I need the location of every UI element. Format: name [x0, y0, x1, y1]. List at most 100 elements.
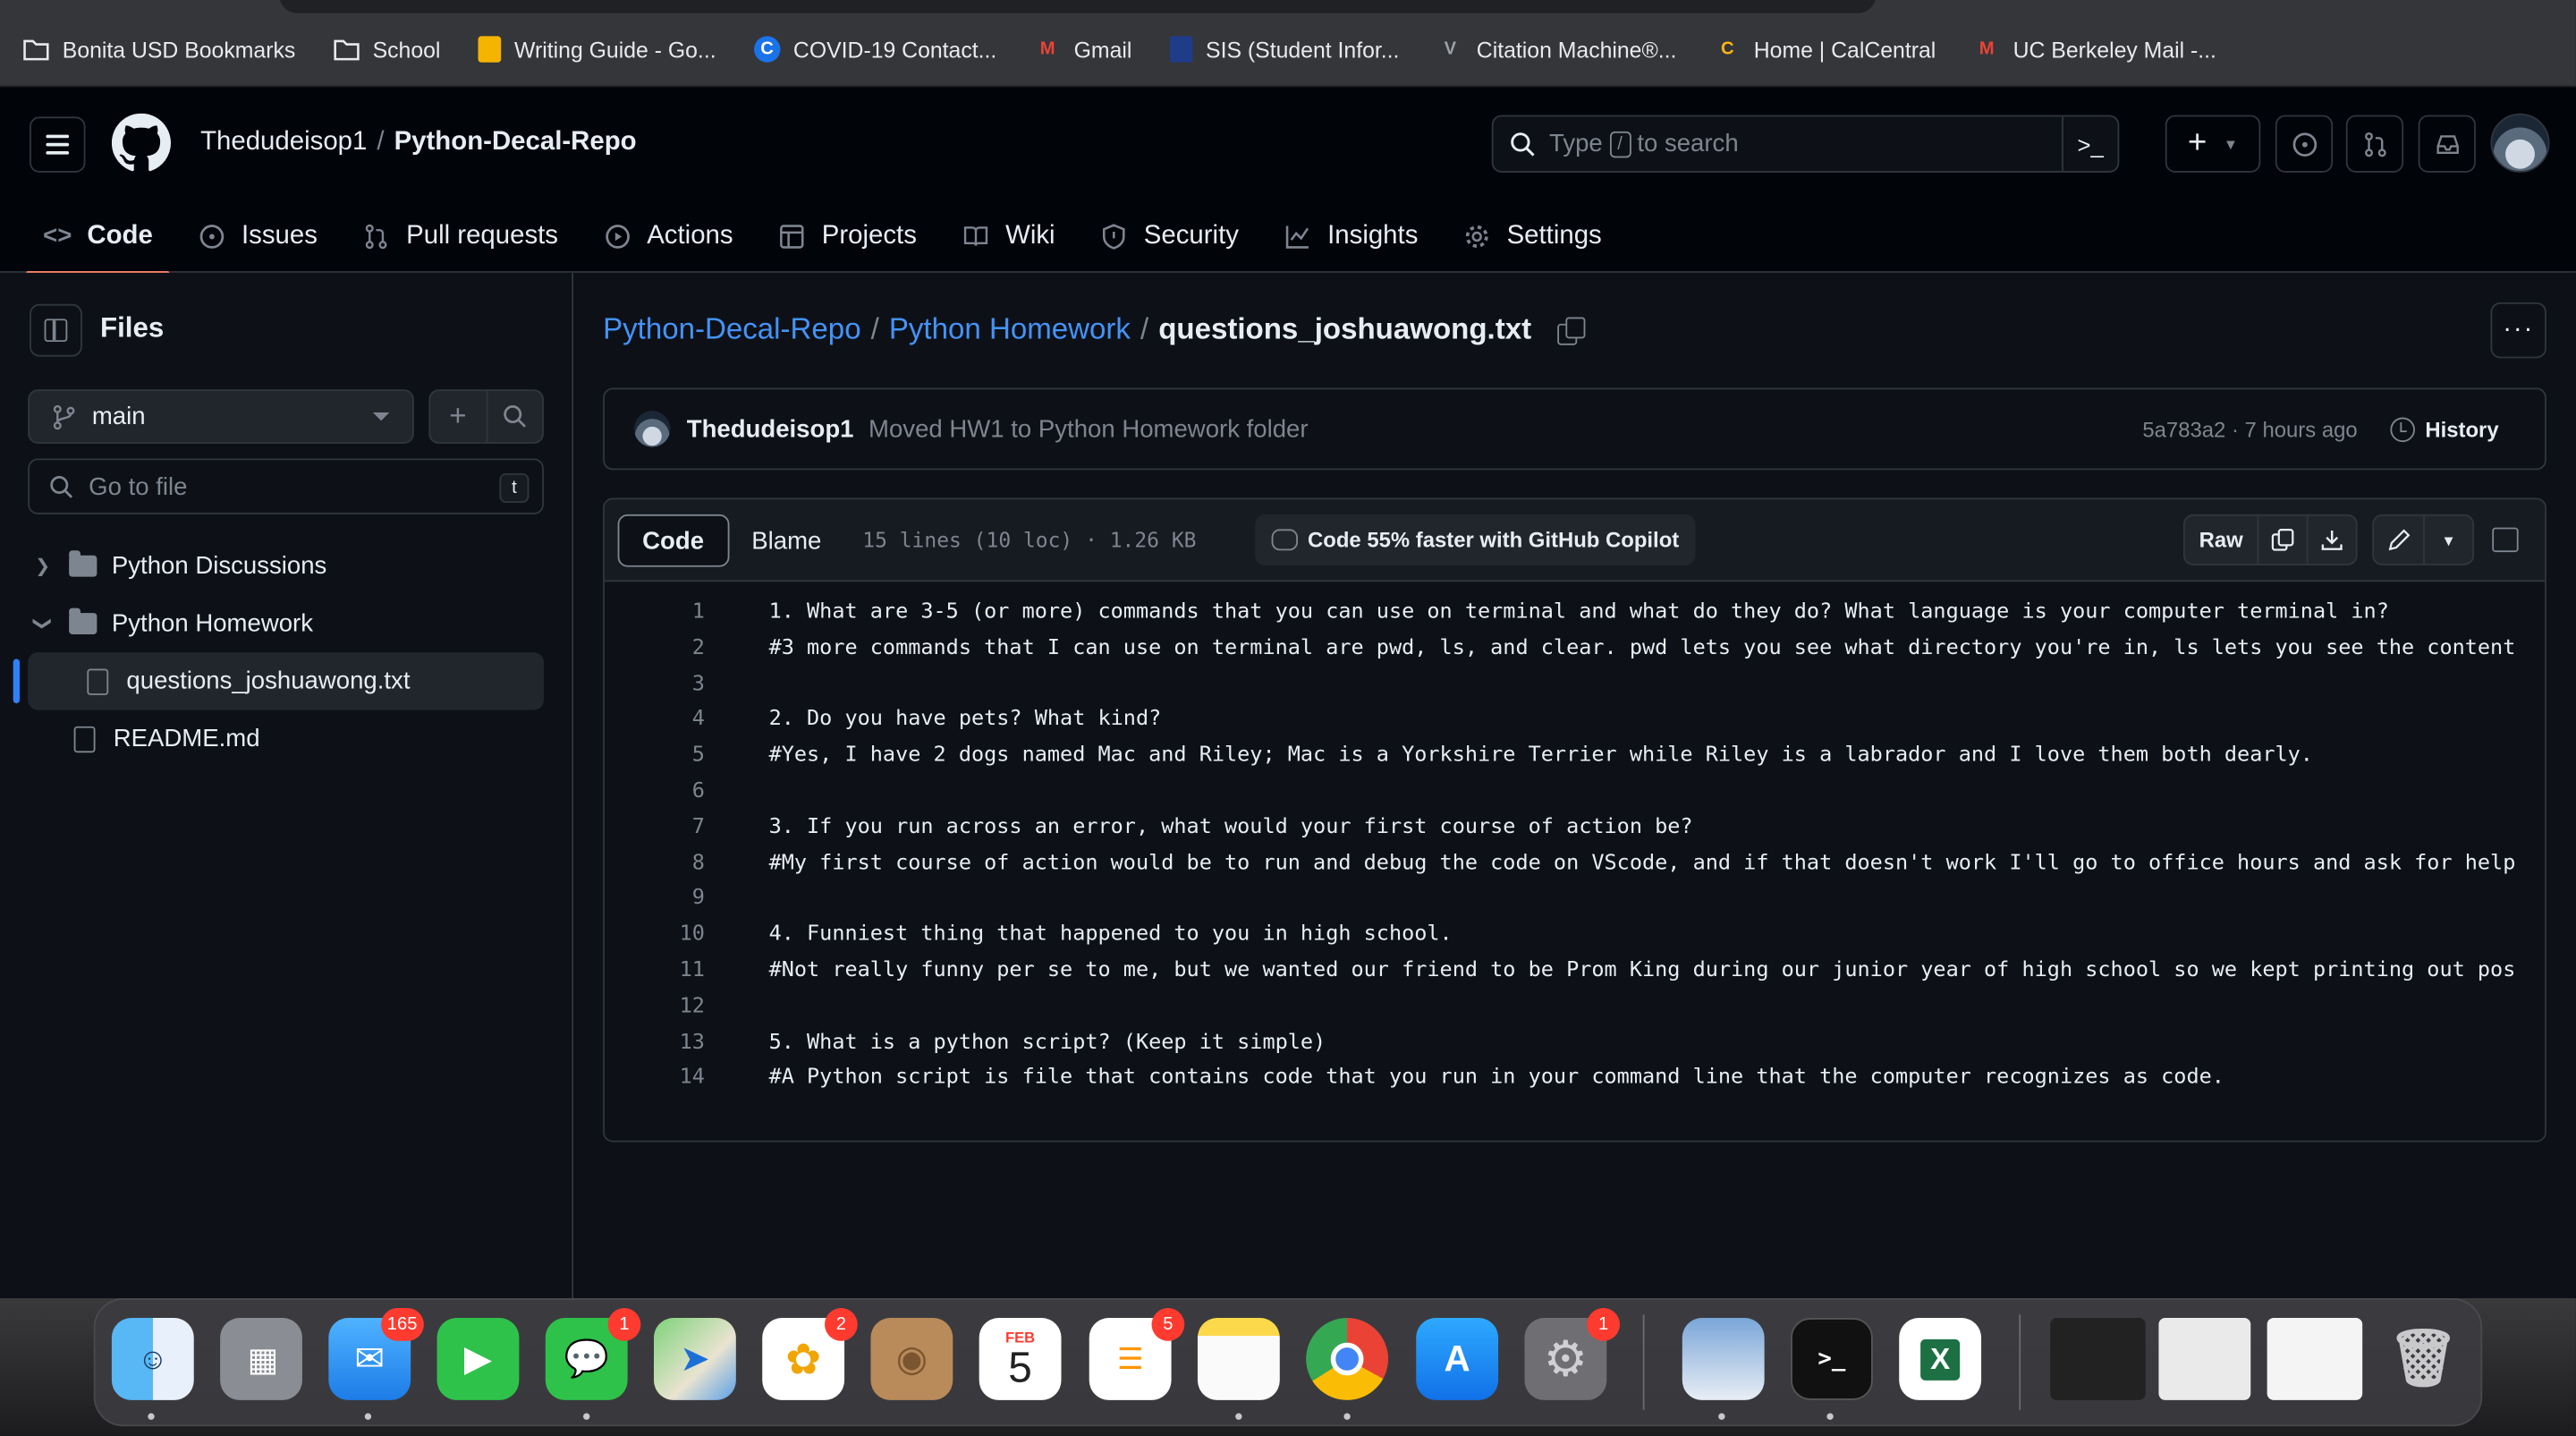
bookmark-calcentral[interactable]: C Home | CalCentral [1715, 36, 1936, 62]
line-number[interactable]: 10 [605, 917, 705, 953]
bookmark-writing-guide[interactable]: Writing Guide - Go... [478, 36, 716, 63]
minimized-window-thumbnail[interactable] [2267, 1318, 2363, 1400]
tree-folder-python-homework[interactable]: ❯ Python Homework [0, 595, 573, 652]
line-number[interactable]: 2 [605, 631, 705, 667]
copy-raw-button[interactable] [2257, 515, 2307, 564]
search-placeholder: Type [1549, 130, 1603, 158]
line-number[interactable]: 11 [605, 953, 705, 989]
tab-wiki[interactable]: Wiki [945, 199, 1072, 273]
add-file-button[interactable]: + [430, 391, 487, 443]
tab-settings[interactable]: Settings [1446, 199, 1619, 273]
code-icon: <> [43, 221, 72, 251]
pull-requests-icon[interactable] [2345, 115, 2404, 173]
raw-button[interactable]: Raw [2185, 516, 2258, 564]
bookmark-berkeley-mail[interactable]: M UC Berkeley Mail -... [1974, 36, 2216, 62]
line-number[interactable]: 14 [605, 1060, 705, 1096]
edit-options-button[interactable]: ▼ [2423, 515, 2472, 564]
launchpad-icon[interactable]: ▦ [220, 1318, 302, 1400]
bookmark-bonita-usd[interactable]: Bonita USD Bookmarks [23, 36, 295, 62]
trash-icon[interactable]: 🗑 [2382, 1318, 2464, 1400]
github-header: Thedudeisop1 / Python-Decal-Repo Type / … [0, 87, 2576, 275]
system-settings-icon[interactable]: ⚙ 1 [1524, 1308, 1620, 1400]
line-number[interactable]: 7 [605, 810, 705, 845]
command-palette-icon[interactable]: >_ [2062, 116, 2117, 172]
repo-name-link[interactable]: Python-Decal-Repo [394, 128, 637, 157]
contacts-icon[interactable]: ◉ [870, 1318, 953, 1400]
tab-code[interactable]: <> Code [26, 199, 170, 275]
facetime-icon[interactable]: ▶ [436, 1318, 520, 1400]
tab-security[interactable]: Security [1083, 199, 1255, 273]
notes-icon[interactable] [1197, 1318, 1280, 1400]
calendar-icon[interactable]: FEB 5 [979, 1318, 1062, 1400]
copilot-promo-button[interactable]: Code 55% faster with GitHub Copilot [1255, 514, 1696, 565]
branch-selector[interactable]: main [28, 389, 414, 444]
line-content [705, 881, 769, 917]
chevron-down-icon: ▼ [2441, 531, 2456, 548]
more-options-button[interactable]: ··· [2490, 302, 2546, 359]
issues-icon[interactable] [2275, 115, 2334, 173]
github-logo-icon[interactable] [111, 113, 172, 173]
search-input[interactable]: Type / to search >_ [1491, 115, 2120, 173]
breadcrumb-repo-link[interactable]: Python-Decal-Repo [603, 312, 861, 347]
create-new-button[interactable]: + ▼ [2165, 115, 2261, 173]
excel-icon[interactable]: X [1899, 1318, 1982, 1400]
download-button[interactable] [2306, 515, 2356, 564]
code-line: 3 [605, 667, 2545, 702]
tab-issues[interactable]: Issues [181, 199, 334, 273]
copy-icon[interactable] [1557, 316, 1586, 344]
chrome-icon[interactable] [1306, 1318, 1389, 1400]
edit-file-button[interactable] [2374, 516, 2423, 564]
menu-button[interactable] [30, 116, 86, 173]
inbox-icon[interactable] [2418, 115, 2476, 173]
user-avatar[interactable] [2490, 113, 2550, 173]
app-store-icon[interactable]: A [1416, 1318, 1499, 1400]
line-number[interactable]: 5 [605, 738, 705, 774]
bookmark-sis[interactable]: SIS (Student Infor... [1169, 36, 1399, 63]
history-icon [2390, 416, 2416, 442]
symbols-panel-icon[interactable] [2492, 527, 2519, 553]
messages-icon[interactable]: 💬 1 [545, 1308, 641, 1400]
line-number[interactable]: 8 [605, 845, 705, 881]
line-number[interactable]: 1 [605, 595, 705, 631]
commit-message[interactable]: Moved HW1 to Python Homework folder [869, 415, 1309, 443]
search-shortcut-key: / [1609, 131, 1631, 157]
bookmark-gmail[interactable]: M Gmail [1035, 36, 1132, 62]
code-view-button[interactable]: Code [617, 514, 729, 567]
tree-file-readme[interactable]: README.md [0, 710, 573, 767]
commit-author[interactable]: Thedudeisop1 [687, 415, 854, 443]
preview-icon[interactable] [1682, 1318, 1765, 1400]
line-number[interactable]: 13 [605, 1024, 705, 1060]
line-number[interactable]: 6 [605, 774, 705, 810]
finder-icon[interactable]: ☺ [111, 1318, 194, 1400]
line-number[interactable]: 4 [605, 702, 705, 738]
tab-actions[interactable]: Actions [586, 199, 750, 273]
bookmark-school[interactable]: School [334, 36, 440, 62]
tab-pull-requests[interactable]: Pull requests [345, 199, 574, 273]
search-files-button[interactable] [487, 391, 543, 442]
breadcrumb-folder-link[interactable]: Python Homework [889, 312, 1131, 347]
search-icon [503, 405, 526, 428]
line-number[interactable]: 12 [605, 989, 705, 1024]
bookmark-citation-machine[interactable]: V Citation Machine®... [1437, 36, 1677, 62]
mail-icon[interactable]: ✉ 165 [328, 1308, 424, 1400]
bookmark-covid[interactable]: C COVID-19 Contact... [753, 36, 996, 63]
minimized-window-thumbnail[interactable] [2050, 1318, 2146, 1400]
photos-icon[interactable]: ✿ 2 [762, 1308, 858, 1400]
tree-folder-python-discussions[interactable]: ❯ Python Discussions [0, 538, 573, 595]
repo-owner-link[interactable]: Thedudeisop1 [200, 128, 367, 157]
line-number[interactable]: 3 [605, 667, 705, 702]
go-to-file-input[interactable]: Go to file t [28, 458, 544, 514]
tree-file-questions[interactable]: questions_joshuawong.txt [13, 652, 544, 710]
minimized-window-thumbnail[interactable] [2158, 1318, 2251, 1400]
reminders-icon[interactable]: ☰ 5 [1089, 1308, 1185, 1400]
tab-projects[interactable]: Projects [761, 199, 933, 273]
commit-meta[interactable]: 5a783a2 · 7 hours ago [2142, 417, 2357, 442]
avatar[interactable] [633, 411, 671, 447]
terminal-icon[interactable]: >_ [1791, 1318, 1873, 1400]
blame-view-button[interactable]: Blame [729, 514, 845, 567]
history-button[interactable]: History [2390, 416, 2499, 442]
maps-icon[interactable]: ➤ [654, 1318, 736, 1400]
line-number[interactable]: 9 [605, 881, 705, 917]
collapse-sidebar-button[interactable] [30, 303, 82, 357]
tab-insights[interactable]: Insights [1267, 199, 1435, 273]
